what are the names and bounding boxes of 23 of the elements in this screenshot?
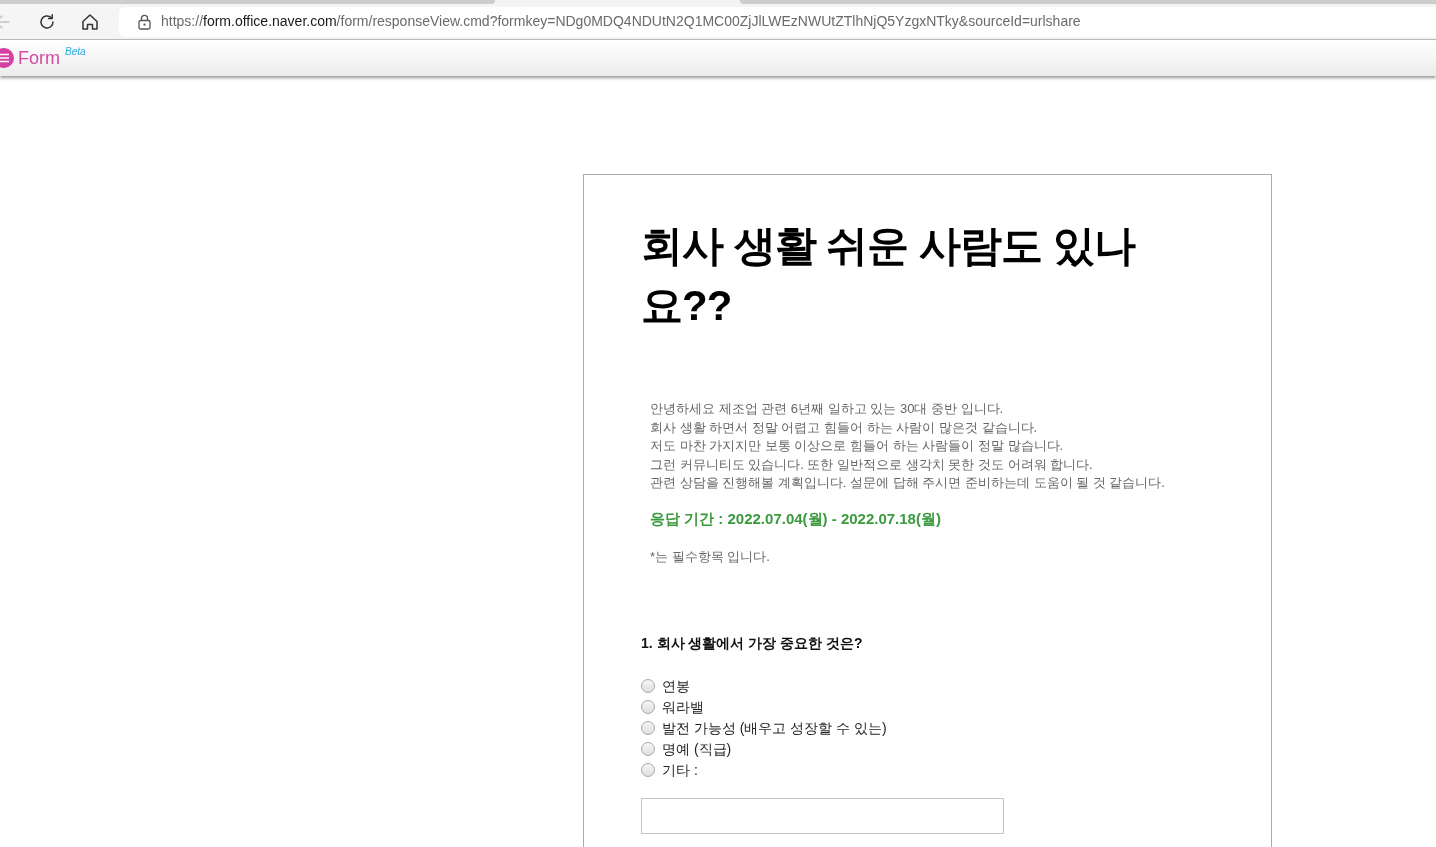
logo-text[interactable]: Form [18,47,60,69]
lock-icon [138,13,151,30]
radio-button[interactable] [641,763,655,777]
beta-label: Beta [65,46,86,58]
form-description: 안녕하세요 제조업 관련 6년째 일하고 있는 30대 중반 입니다. 회사 생활 하면서 정말 어렵고 힘들어 하는 사람이 많은것 같습니다. 저도 마찬 가지지만 보통 이상으로 힘들어 하는 사람들이 정말 많습니다. 그런 커뮤니티도 있습니다. 또한 일반적으로 생각치 못한 것도 어려워 합니다. 관련 상담을 진행해볼 계획입니다. 설문에 답해 주시면 준비하는데 도움이 될 것 같습니다. [650,400,1166,492]
required-note: *는 필수항목 입니다. [650,547,771,566]
radio-button[interactable] [641,721,655,735]
option-label[interactable]: 명예 (직급) [662,739,732,759]
home-icon[interactable] [81,12,99,31]
response-period: 응답 기간 : 2022.07.04(월) - 2022.07.18(월) [650,508,942,529]
question-title: 1. 회사 생활에서 가장 중요한 것은? [641,633,864,653]
reload-icon[interactable] [37,11,57,32]
logo-icon [0,48,14,68]
radio-button[interactable] [641,700,655,714]
address-bar[interactable]: https://form.office.naver.com/form/responseView.cmd?formkey=NDg0MDQ4NDUtN2Q1MC00ZjJlLWEzNWUtZTlhNjQ5YzgxNTky&sourceId=urlshare [119,6,1436,37]
radio-button[interactable] [641,679,655,693]
option-label[interactable]: 워라밸 [662,697,704,717]
option-label[interactable]: 기타 : [662,760,698,780]
option-label[interactable]: 연봉 [662,676,690,696]
radio-button[interactable] [641,742,655,756]
input-field[interactable] [641,797,1004,834]
option-label[interactable]: 발전 가능성 (배우고 성장할 수 있는) [662,718,887,738]
form-title: 회사 생활 쉬운 사람도 있나요?? [641,221,1137,331]
